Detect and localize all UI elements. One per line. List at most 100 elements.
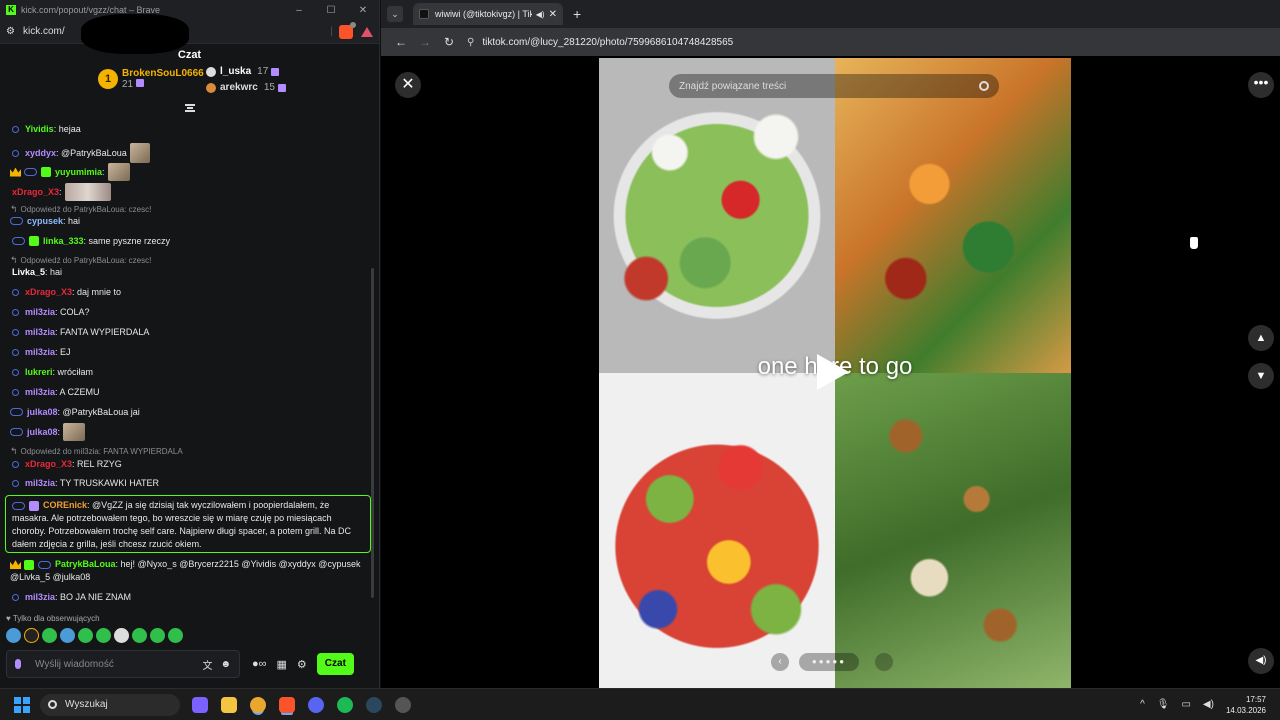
previous-photo-icon[interactable]: ‹: [771, 653, 789, 671]
file-explorer-icon[interactable]: [221, 696, 237, 713]
reload-icon[interactable]: ↻: [437, 35, 461, 49]
emote-button[interactable]: [168, 628, 183, 643]
browser-tab[interactable]: wiwiwi (@tiktokivgz) | TikTok ◀) ✕: [413, 3, 563, 25]
chat-scrollbar[interactable]: [371, 268, 374, 598]
chat-username[interactable]: julka08: [27, 406, 58, 418]
highlighted-message[interactable]: COREnick: @VgZZ ja się dzisiaj tak wyczi…: [5, 495, 371, 553]
chat-message[interactable]: yuyumimia:: [10, 163, 370, 181]
store-icon[interactable]: ▦: [277, 658, 287, 671]
chat-username[interactable]: mil3zia: [25, 326, 55, 338]
emote-button[interactable]: [114, 628, 129, 643]
speaker-icon[interactable]: ◀): [536, 10, 545, 19]
chevron-up-icon[interactable]: ▲: [1248, 325, 1274, 351]
chat-message[interactable]: xDrago_X3: REL RZYG: [12, 458, 370, 470]
chat-username[interactable]: cypusek: [27, 215, 63, 227]
chat-message[interactable]: mil3zia: BO JA NIE ZNAM: [12, 591, 370, 603]
brave-shield-icon[interactable]: [339, 21, 356, 39]
chat-username[interactable]: mil3zia: [25, 306, 55, 318]
chrome-icon[interactable]: [250, 696, 266, 713]
chat-message[interactable]: mil3zia: COLA?: [12, 306, 370, 318]
related-search-input[interactable]: Znajdź powiązane treści: [669, 74, 999, 98]
leader-3[interactable]: arekwrc 15: [206, 82, 286, 93]
minimize-icon[interactable]: –: [283, 5, 315, 16]
chat-username[interactable]: Yividis: [25, 123, 54, 135]
emote-button[interactable]: [6, 628, 21, 643]
chat-message[interactable]: mil3zia: TY TRUSKAWKI HATER: [12, 477, 370, 489]
forward-icon[interactable]: →: [413, 35, 437, 49]
maximize-icon[interactable]: ☐: [315, 5, 347, 16]
next-photo-icon[interactable]: [875, 653, 893, 671]
chat-message[interactable]: lukreri: wróciłam: [12, 366, 370, 378]
chat-message[interactable]: xyddyx: @PatrykBaLoua: [12, 143, 370, 163]
mic-icon[interactable]: [15, 659, 21, 669]
spotify-icon[interactable]: [337, 696, 353, 713]
brave-rewards-icon[interactable]: [361, 26, 373, 37]
chat-settings-icon[interactable]: ⚙: [297, 658, 307, 671]
cheers-icon[interactable]: ●∞: [252, 658, 267, 670]
translate-icon[interactable]: 文: [202, 657, 212, 672]
microphone-icon[interactable]: 🎙: [1157, 699, 1170, 710]
chat-message[interactable]: Livka_5: hai: [12, 266, 370, 278]
address-bar[interactable]: ⚲ tiktok.com/@lucy_281220/photo/75996861…: [467, 37, 733, 48]
volume-icon[interactable]: ◀): [1248, 648, 1274, 674]
chat-username[interactable]: mil3zia: [25, 386, 55, 398]
reply-context[interactable]: ↰ Odpowiedź do PatrykBaLoua: czesc!: [10, 204, 151, 215]
emote-button[interactable]: [24, 628, 39, 643]
emote-button[interactable]: [42, 628, 57, 643]
site-info-icon[interactable]: ⚲: [467, 37, 474, 48]
chat-input[interactable]: Wyślij wiadomość 文 ☻: [6, 650, 240, 678]
leader-2[interactable]: l_uska 17: [206, 66, 280, 77]
chat-message[interactable]: julka08:: [10, 423, 370, 441]
chat-message[interactable]: PatrykBaLoua: hej! @Nyxo_s @Brycerz2215 …: [10, 558, 368, 584]
chat-username[interactable]: xDrago_X3: [25, 286, 72, 298]
chat-message[interactable]: Yividis: hejaa: [12, 123, 370, 135]
speaker-icon[interactable]: ◀): [1203, 699, 1214, 710]
leader-1[interactable]: 1 BrokenSouL0666 21: [98, 68, 204, 90]
search-icon[interactable]: [979, 81, 989, 91]
chat-message[interactable]: julka08: @PatrykBaLoua jai: [10, 406, 370, 418]
chat-message[interactable]: mil3zia: FANTA WYPIERDALA: [12, 326, 370, 338]
game-icon[interactable]: [395, 696, 411, 713]
chat-username[interactable]: julka08: [27, 426, 58, 438]
emote-button[interactable]: [132, 628, 147, 643]
new-tab-icon[interactable]: +: [573, 6, 581, 22]
emote-button[interactable]: [78, 628, 93, 643]
chat-username[interactable]: Livka_5: [12, 266, 45, 278]
close-viewer-button[interactable]: ✕: [395, 72, 421, 98]
chat-username[interactable]: yuyumimia: [55, 166, 102, 178]
chat-message[interactable]: mil3zia: A CZEMU: [12, 386, 370, 398]
send-chat-button[interactable]: Czat: [316, 653, 354, 675]
url-text[interactable]: kick.com/: [23, 14, 330, 54]
chat-message[interactable]: xDrago_X3:: [12, 183, 370, 201]
tray-overflow-icon[interactable]: ^: [1140, 699, 1145, 710]
emote-button[interactable]: [150, 628, 165, 643]
back-icon[interactable]: ←: [389, 35, 413, 49]
chat-username[interactable]: xyddyx: [25, 147, 56, 159]
chat-username[interactable]: xDrago_X3: [25, 458, 72, 470]
tab-close-icon[interactable]: ✕: [549, 9, 557, 20]
start-icon[interactable]: [14, 696, 30, 713]
chevron-down-icon[interactable]: ▼: [1248, 363, 1274, 389]
steam-icon[interactable]: [366, 696, 382, 713]
emote-button[interactable]: [60, 628, 75, 643]
chat-username[interactable]: mil3zia: [25, 591, 55, 603]
reply-context[interactable]: ↰ Odpowiedź do mil3zia: FANTA WYPIERDALA: [10, 446, 183, 457]
network-icon[interactable]: ▭: [1181, 699, 1190, 710]
clock[interactable]: 17:57 14.03.2026: [1226, 694, 1266, 716]
more-options-icon[interactable]: •••: [1248, 72, 1274, 98]
chat-username[interactable]: COREnick: [43, 500, 87, 510]
chat-message[interactable]: linka_333: same pyszne rzeczy: [12, 235, 370, 247]
tab-search-icon[interactable]: ⌄: [387, 6, 403, 22]
close-window-icon[interactable]: ✕: [347, 5, 379, 16]
emote-button[interactable]: [96, 628, 111, 643]
discord-icon[interactable]: [308, 696, 324, 713]
salad-collage-photo[interactable]: Znajdź powiązane treści one here to go ‹…: [599, 58, 1071, 688]
chat-message[interactable]: mil3zia: EJ: [12, 346, 370, 358]
chat-message[interactable]: xDrago_X3: daj mnie to: [12, 286, 370, 298]
settings-icon[interactable]: ⚙: [6, 26, 15, 37]
play-icon[interactable]: [817, 354, 849, 390]
chat-username[interactable]: lukreri: [25, 366, 53, 378]
emoji-icon[interactable]: ☻: [220, 659, 231, 670]
sort-icon[interactable]: [185, 104, 195, 112]
chat-username[interactable]: mil3zia: [25, 477, 55, 489]
